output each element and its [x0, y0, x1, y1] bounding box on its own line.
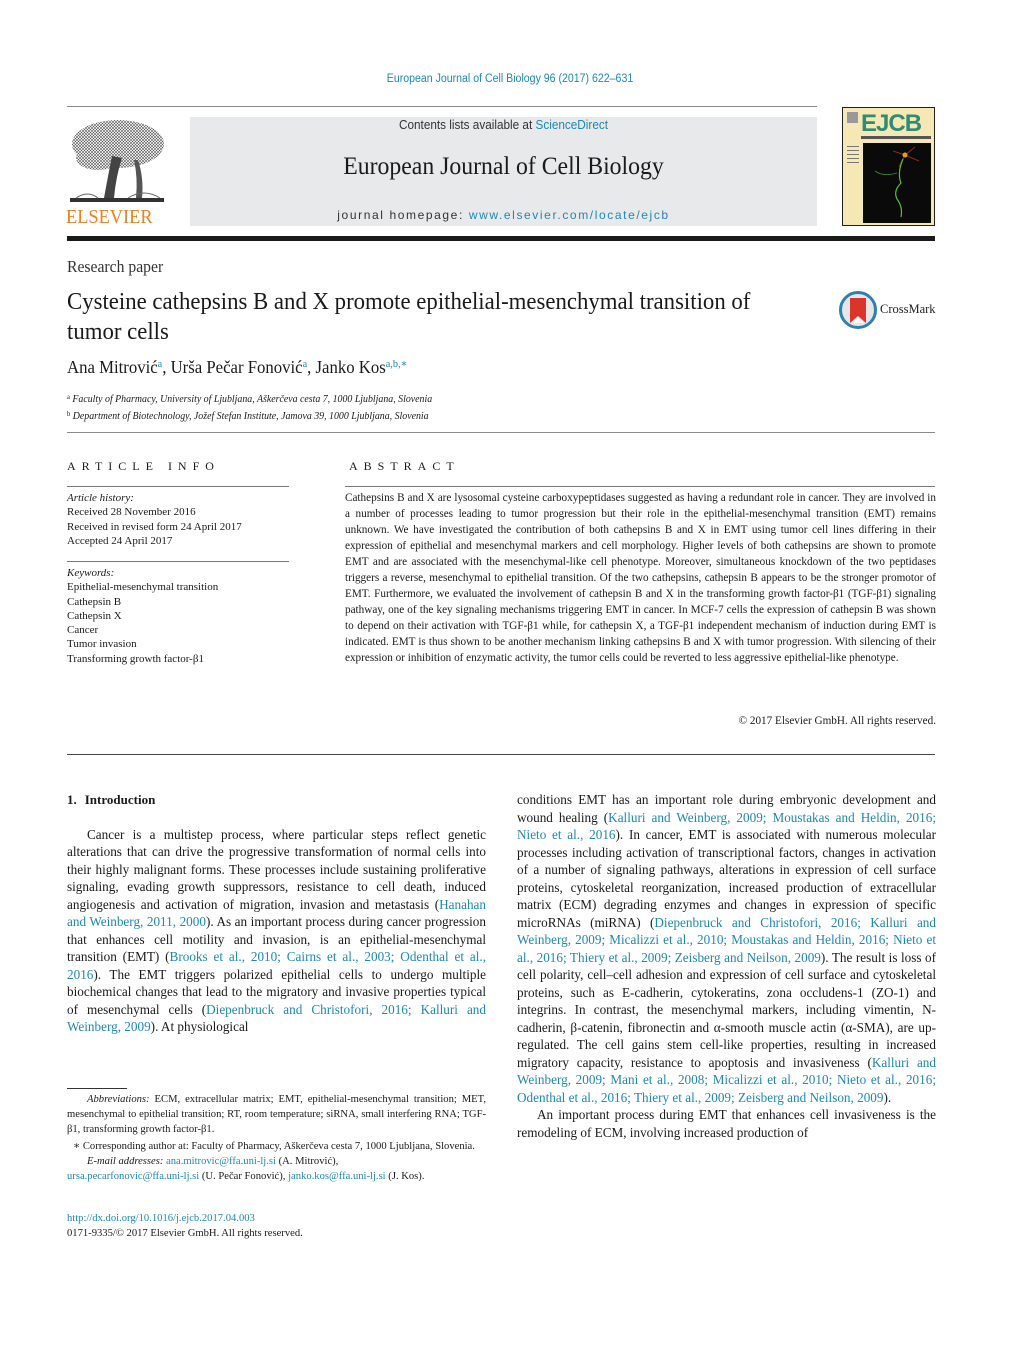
article-type: Research paper: [67, 257, 164, 276]
history-label: Article history:: [67, 492, 134, 504]
sciencedirect-link[interactable]: ScienceDirect: [536, 118, 608, 132]
author-affiliation-sup[interactable]: a: [158, 358, 163, 370]
keyword: Cathepsin B: [67, 595, 122, 608]
email-label: E-mail addresses:: [87, 1156, 164, 1168]
contents-line: Contents lists available at ScienceDirec…: [209, 118, 798, 132]
keywords-divider: [67, 561, 289, 562]
cover-side-text: [847, 146, 859, 166]
elsevier-tree-icon: [70, 120, 164, 202]
doi-block: http://dx.doi.org/10.1016/j.ejcb.2017.04…: [67, 1211, 303, 1241]
doi-link[interactable]: http://dx.doi.org/10.1016/j.ejcb.2017.04…: [67, 1211, 303, 1226]
history-item: Received in revised form 24 April 2017: [67, 520, 242, 533]
article-info-divider: [67, 486, 289, 487]
crossmark-label: CrossMark: [880, 302, 936, 316]
affiliation: a Faculty of Pharmacy, University of Lju…: [67, 390, 432, 407]
homepage-line: journal homepage: www.elsevier.com/locat…: [190, 208, 817, 222]
history-item: Accepted 24 April 2017: [67, 534, 173, 547]
cover-neuron-image: [863, 143, 931, 223]
issn-copyright: 0171-9335/© 2017 Elsevier GmbH. All righ…: [67, 1228, 303, 1239]
crossmark-icon: [839, 291, 877, 329]
journal-masthead: Contents lists available at ScienceDirec…: [190, 117, 817, 226]
homepage-prefix: journal homepage:: [337, 208, 469, 222]
email-owner: (J. Kos).: [385, 1170, 425, 1182]
keywords-label: Keywords:: [67, 567, 115, 579]
corresponding-author-footnote: ∗ Corresponding author at: Faculty of Ph…: [73, 1141, 475, 1153]
author-affiliation-sup[interactable]: a,b,∗: [386, 358, 408, 370]
keyword: Transforming growth factor-β1: [67, 652, 204, 665]
author-name[interactable]: Ana Mitrović: [67, 357, 158, 377]
masthead-thick-rule: [67, 236, 935, 241]
author-affiliation-sup[interactable]: a: [303, 358, 308, 370]
cover-title: EJCB: [861, 110, 922, 137]
email-link[interactable]: ana.mitrovic@ffa.uni-lj.si: [166, 1156, 276, 1167]
section-heading: 1. Introduction: [67, 791, 486, 809]
affiliation-text: Faculty of Pharmacy, University of Ljubl…: [72, 394, 433, 405]
journal-citation-link[interactable]: European Journal of Cell Biology 96 (201…: [41, 73, 979, 85]
body-divider: [67, 754, 935, 755]
paragraph-text: ).: [883, 1089, 892, 1105]
journal-cover-thumbnail[interactable]: EJCB: [842, 107, 935, 226]
affiliation: b Department of Biotechnology, Jožef Ste…: [67, 407, 432, 424]
email-owner: (U. Pečar Fonović),: [199, 1170, 289, 1182]
body-column-right: conditions EMT has an important role dur…: [517, 791, 936, 1141]
cover-publisher-mark: [847, 112, 858, 123]
article-info-heading: ARTICLE INFO: [67, 459, 220, 473]
keyword: Cancer: [67, 624, 99, 637]
footnote-rule: [67, 1088, 127, 1089]
abstract-heading: ABSTRACT: [349, 459, 460, 473]
footnotes: Abbreviations: ECM, extracellular matrix…: [67, 1093, 486, 1185]
paragraph-text: Cancer is a multistep process, where par…: [67, 826, 486, 912]
email-link[interactable]: janko.kos@ffa.uni-lj.si: [288, 1171, 386, 1182]
email-footnote: E-mail addresses: ana.mitrovic@ffa.uni-l…: [67, 1155, 486, 1185]
paragraph: An important process during EMT that enh…: [517, 1107, 936, 1140]
section-number: 1.: [67, 792, 77, 807]
abbreviations-label: Abbreviations:: [87, 1094, 150, 1105]
history-item: Received 28 November 2016: [67, 506, 196, 519]
paragraph: Cancer is a multistep process, where par…: [67, 826, 486, 1036]
keywords-list: Keywords: Epithelial-mesenchymal transit…: [67, 566, 297, 666]
author-name[interactable]: Urša Pečar Fonović: [171, 357, 303, 377]
cover-subtitle-bar: [861, 136, 931, 139]
affiliation-divider: [67, 432, 935, 433]
article-history: Article history: Received 28 November 20…: [67, 491, 297, 548]
abstract-copyright: © 2017 Elsevier GmbH. All rights reserve…: [738, 715, 936, 727]
paragraph-text: ). The result is loss of cell polarity, …: [517, 949, 936, 1070]
paragraph: conditions EMT has an important role dur…: [517, 791, 936, 1106]
abbreviations-footnote: Abbreviations: ECM, extracellular matrix…: [67, 1093, 486, 1137]
abstract-text: Cathepsins B and X are lysosomal cystein…: [345, 492, 936, 664]
affiliation-label: b: [67, 410, 71, 418]
elsevier-wordmark: ELSEVIER: [66, 207, 153, 228]
abstract-divider: [345, 486, 935, 487]
article-title: Cysteine cathepsins B and X promote epit…: [67, 288, 751, 345]
elsevier-logo[interactable]: ELSEVIER: [66, 116, 170, 228]
homepage-link[interactable]: www.elsevier.com/locate/ejcb: [469, 208, 670, 222]
header-divider: [67, 106, 817, 107]
email-link[interactable]: ursa.pecarfonovic@ffa.uni-lj.si: [67, 1171, 199, 1182]
affiliation-text: Department of Biotechnology, Jožef Stefa…: [72, 411, 429, 422]
crossmark-button[interactable]: CrossMark: [839, 291, 939, 329]
body-column-left: 1. Introduction Cancer is a multistep pro…: [67, 791, 486, 1036]
journal-name: European Journal of Cell Biology: [343, 153, 664, 180]
affiliations: a Faculty of Pharmacy, University of Lju…: [67, 390, 432, 424]
affiliation-label: a: [67, 393, 70, 401]
keyword: Epithelial-mesenchymal transition: [67, 581, 219, 594]
keyword: Tumor invasion: [67, 638, 137, 651]
paragraph-text: ). At physiological: [150, 1019, 249, 1034]
contents-prefix: Contents lists available at: [398, 118, 536, 132]
email-owner: (A. Mitrović),: [275, 1156, 339, 1168]
author-name[interactable]: Janko Kos: [316, 357, 386, 377]
author-list: Ana Mitrovića, Urša Pečar Fonovića, Jank…: [67, 357, 408, 377]
section-title: Introduction: [84, 792, 156, 807]
keyword: Cathepsin X: [67, 609, 122, 622]
